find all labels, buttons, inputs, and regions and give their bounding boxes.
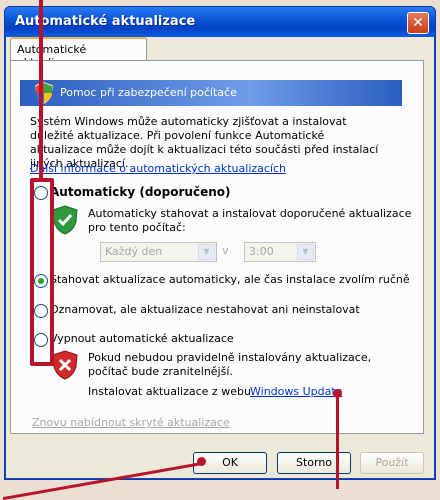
security-banner: Pomoc při zabezpečení počítače <box>20 80 402 106</box>
annotation-dot-update <box>333 389 342 398</box>
apply-button-label: Použít <box>375 456 409 469</box>
annotation-line-update <box>336 394 339 489</box>
radio-automatic-label[interactable]: Automaticky (doporučeno) <box>50 185 231 199</box>
more-info-link[interactable]: Další informace o automatických aktualiz… <box>30 162 286 175</box>
install-prefix: Instalovat aktualizace z webu <box>88 385 251 398</box>
apply-button: Použít <box>360 452 424 474</box>
cancel-button[interactable]: Storno <box>277 452 351 474</box>
tab-automatic-updates[interactable]: Automatické aktualizace <box>10 37 147 69</box>
schedule-day-value: Každý den <box>105 245 163 258</box>
schedule-time-value: 3:00 <box>249 245 274 258</box>
annotation-dot-ok <box>197 457 206 466</box>
warning-text: Pokud nebudou pravidelně instalovány akt… <box>88 351 372 378</box>
windows-security-shield-icon <box>34 81 54 105</box>
schedule-time-select[interactable]: 3:00 ▼ <box>244 242 316 262</box>
radio-notify-label[interactable]: Oznamovat, ale aktualizace nestahovat an… <box>50 303 360 316</box>
chevron-down-icon: ▼ <box>198 244 215 260</box>
annotation-radio-box <box>30 178 54 366</box>
schedule-day-select[interactable]: Každý den ▼ <box>100 242 217 262</box>
green-shield-icon <box>52 205 78 235</box>
close-button[interactable]: ✕ <box>407 12 429 34</box>
windows-update-link[interactable]: Windows Update <box>250 385 342 398</box>
title-bar[interactable]: Automatické aktualizace ✕ <box>5 7 435 37</box>
annotation-line-top <box>39 0 43 182</box>
chevron-down-icon: ▼ <box>297 244 314 260</box>
close-icon: ✕ <box>412 15 424 31</box>
hidden-updates-link: Znovu nabídnout skryté aktualizace <box>32 416 230 429</box>
radio-turn-off-label[interactable]: Vypnout automatické aktualizace <box>50 332 234 345</box>
banner-text: Pomoc při zabezpečení počítače <box>60 86 237 99</box>
red-shield-icon <box>52 350 78 380</box>
ok-button-label: OK <box>222 456 238 469</box>
schedule-at-label: v <box>222 244 229 257</box>
radio-download-label[interactable]: Stahovat aktualizace automaticky, ale ča… <box>50 273 410 286</box>
automatic-description: Automaticky stahovat a instalovat doporu… <box>88 207 412 234</box>
cancel-button-label: Storno <box>295 456 333 469</box>
